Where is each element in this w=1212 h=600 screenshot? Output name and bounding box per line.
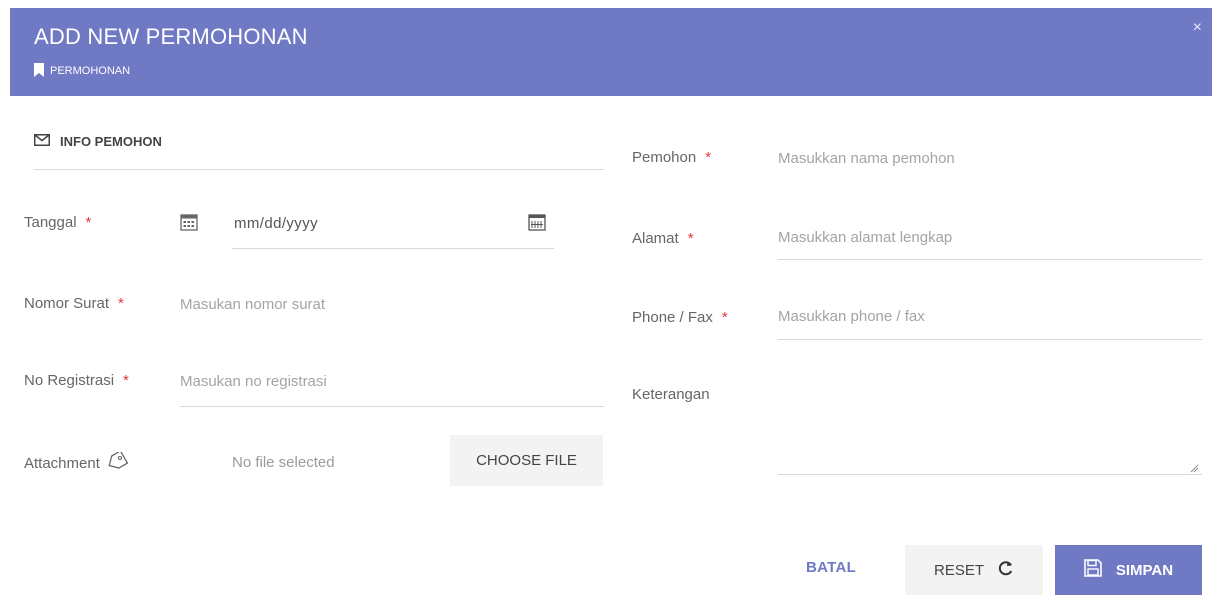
batal-button[interactable]: BATAL [806, 559, 856, 576]
required-marker: * [721, 309, 728, 326]
no-registrasi-label: No Registrasi * [24, 372, 129, 389]
section-info-pemohon: INFO PEMOHON [34, 134, 162, 149]
breadcrumb: PERMOHONAN [34, 61, 130, 81]
calendar-picker-icon[interactable] [528, 213, 546, 236]
attachment-label: Attachment [24, 450, 129, 474]
section-divider [34, 169, 604, 170]
modal-header: ADD NEW PERMOHONAN PERMOHONAN × [10, 8, 1212, 96]
phone-fax-label: Phone / Fax * [632, 309, 728, 326]
choose-file-button[interactable]: CHOOSE FILE [450, 435, 603, 486]
tanggal-underline [232, 248, 554, 249]
pemohon-label: Pemohon * [632, 149, 711, 166]
resize-grip-icon[interactable] [1190, 460, 1199, 478]
phone-fax-label-text: Phone / Fax [632, 309, 713, 326]
no-registrasi-label-text: No Registrasi [24, 372, 115, 389]
required-marker: * [705, 149, 712, 166]
no-registrasi-underline [180, 406, 604, 407]
phone-fax-underline [778, 339, 1202, 340]
envelope-icon [34, 134, 50, 149]
required-marker: * [123, 372, 129, 389]
required-marker: * [85, 214, 92, 231]
tanggal-label-text: Tanggal [24, 214, 77, 231]
file-status-text: No file selected [232, 454, 335, 471]
calendar-icon [180, 213, 198, 236]
refresh-icon [998, 560, 1014, 580]
breadcrumb-label: PERMOHONAN [50, 65, 131, 77]
modal-title: ADD NEW PERMOHONAN [34, 24, 308, 49]
keterangan-textarea[interactable] [778, 378, 1198, 468]
tanggal-input[interactable]: mm/dd/yyyy [234, 215, 318, 232]
nomor-surat-label-text: Nomor Surat [24, 295, 110, 312]
floppy-disk-icon [1084, 559, 1102, 581]
nomor-surat-input[interactable] [180, 294, 600, 314]
alamat-label: Alamat * [632, 230, 694, 247]
required-marker: * [687, 230, 694, 247]
add-permohonan-modal: ADD NEW PERMOHONAN PERMOHONAN × INFO PEM… [10, 8, 1212, 600]
pemohon-input[interactable] [778, 148, 1198, 168]
reset-button[interactable]: RESET [905, 545, 1043, 595]
close-icon[interactable]: × [1193, 20, 1202, 36]
simpan-button-label: SIMPAN [1115, 561, 1174, 579]
section-title: INFO PEMOHON [60, 134, 162, 149]
alamat-underline [778, 259, 1202, 260]
alamat-label-text: Alamat [632, 230, 679, 247]
pemohon-label-text: Pemohon [632, 149, 697, 166]
simpan-button[interactable]: SIMPAN [1055, 545, 1202, 595]
alamat-input[interactable] [778, 227, 1198, 247]
tanggal-label: Tanggal * [24, 214, 91, 231]
keterangan-label-text: Keterangan [632, 386, 710, 403]
phone-fax-input[interactable] [778, 306, 1198, 326]
reset-button-label: RESET [933, 561, 984, 579]
nomor-surat-label: Nomor Surat * [24, 295, 124, 312]
bookmark-icon [34, 62, 44, 80]
required-marker: * [118, 295, 124, 312]
no-registrasi-input[interactable] [180, 371, 600, 391]
tag-icon [106, 450, 129, 474]
attachment-label-text: Attachment [24, 454, 100, 472]
keterangan-label: Keterangan [632, 386, 710, 403]
keterangan-underline [778, 474, 1202, 475]
